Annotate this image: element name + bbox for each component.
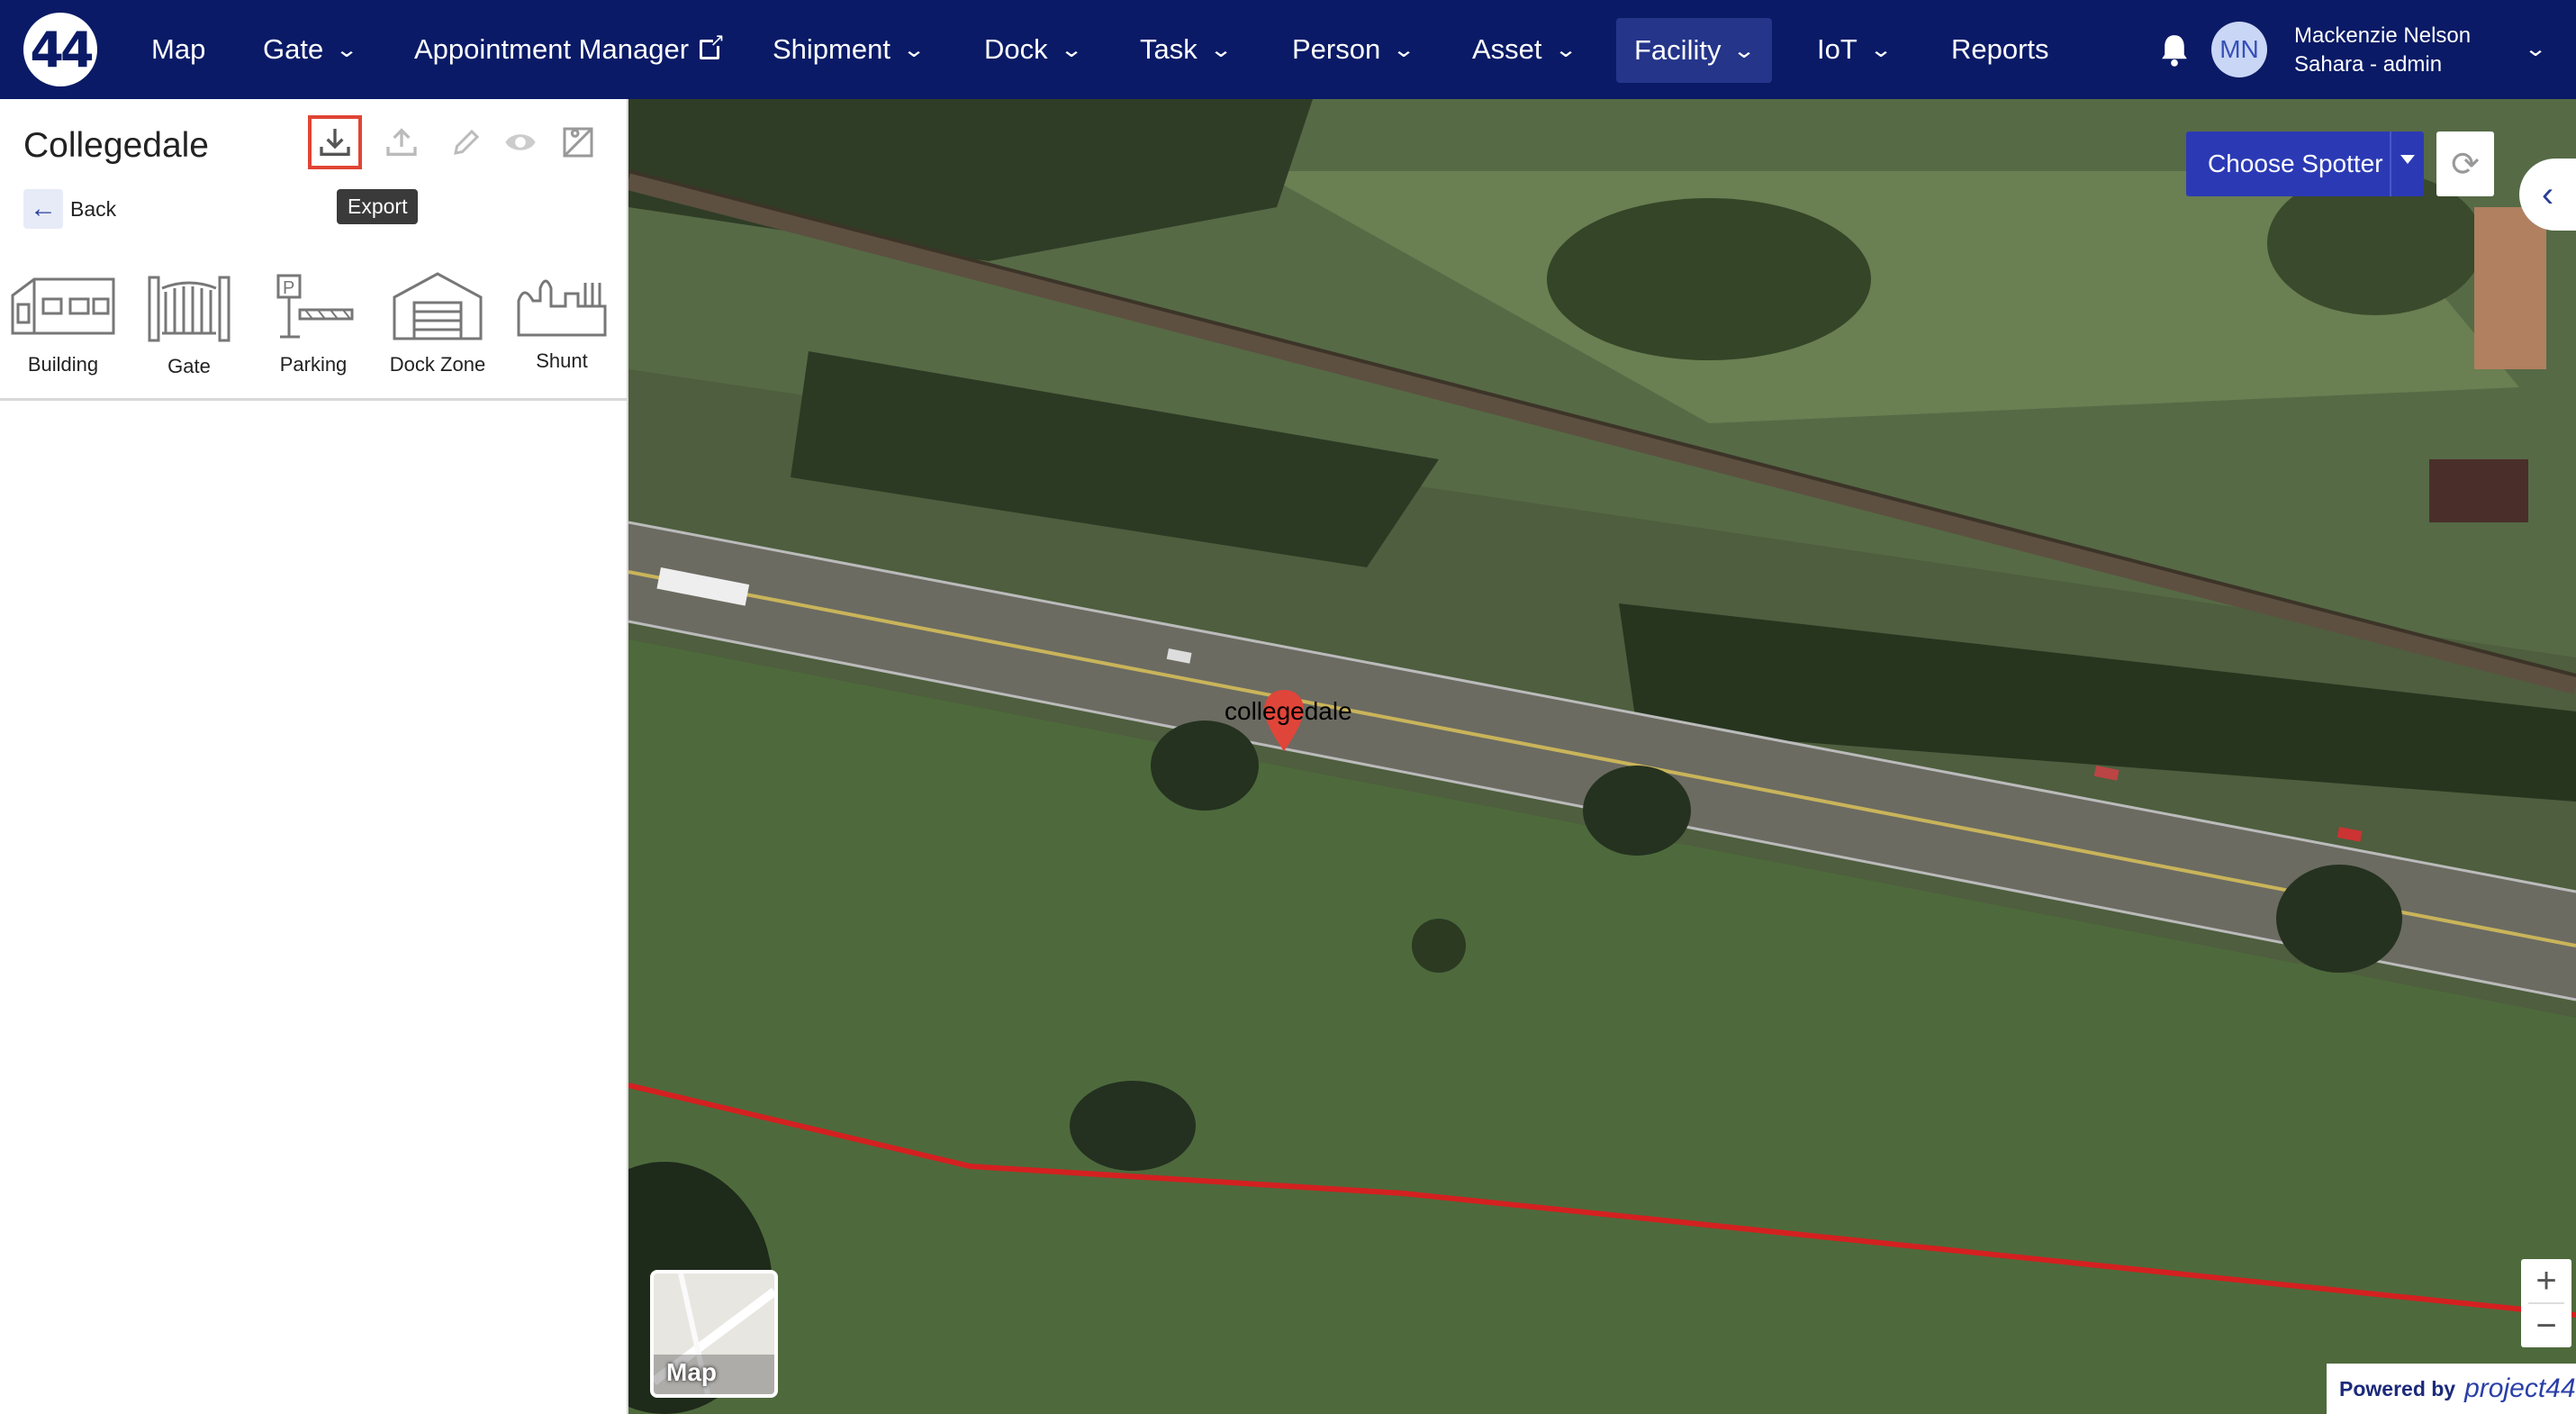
chevron-down-icon: ⌄ [1868,37,1893,62]
chevron-down-icon: ⌄ [1208,37,1233,62]
nav-item-label: Asset [1472,33,1542,65]
shape-gate[interactable]: Gate [128,270,250,378]
notification-bell-icon[interactable] [2157,32,2192,68]
edit-icon [454,129,480,155]
chevron-down-icon: ⌄ [1059,37,1083,62]
nav-item-gate[interactable]: Gate ⌄ [263,0,359,99]
user-role: Sahara - admin [2294,52,2443,77]
nav-item-map[interactable]: Map [151,0,205,99]
import-icon [386,128,417,156]
shape-shunt[interactable]: Shunt [501,270,623,373]
shape-toolbar: Building Gate P Parking Dock Zone Shunt [0,270,628,405]
export-button[interactable] [308,115,362,169]
nav-item-label: Facility [1634,34,1722,66]
map-type-label: Map [666,1358,717,1386]
shape-label: Shunt [536,349,588,372]
import-button[interactable] [375,115,429,169]
satellite-map[interactable]: Choose Spotter ⟳ ‹ collegedale Map + − P… [628,99,2576,1414]
edit-button[interactable] [439,115,493,169]
nav-item-task[interactable]: Task ⌄ [1140,0,1233,99]
external-link-icon [700,29,725,59]
building-icon [11,277,115,335]
satellite-imagery [628,99,2576,1414]
shape-label: Building [27,353,99,376]
export-icon [320,129,350,156]
project44-logo[interactable]: 44 [23,13,97,86]
nav-item-label: Task [1140,33,1198,65]
svg-text:P: P [283,278,294,298]
arrow-left-icon: ← [23,189,63,229]
chevron-down-icon: ⌄ [1732,38,1757,63]
marker-label: collegedale [1225,697,1352,725]
back-button[interactable]: ← Back [23,189,116,229]
dock-zone-icon [393,272,483,340]
back-label: Back [70,196,117,221]
view-icon [505,134,536,150]
nav-item-label: Map [151,33,206,65]
nav-item-dock[interactable]: Dock ⌄ [984,0,1083,99]
caret-down-icon [2400,155,2415,164]
page-title: Collegedale [23,126,209,165]
nav-item-label: IoT [1817,33,1857,65]
shape-label: Gate [167,355,211,377]
nav-item-appointment-manager[interactable]: Appointment Manager [414,0,725,99]
gate-icon [148,276,230,342]
chevron-down-icon: ⌄ [901,37,926,62]
view-button[interactable] [493,115,547,169]
nav-item-facility[interactable]: Facility ⌄ [1616,18,1772,83]
shape-dock-zone[interactable]: Dock Zone [376,270,499,376]
avatar[interactable]: MN [2211,22,2267,77]
nav-item-iot[interactable]: IoT ⌄ [1817,0,1893,99]
zoom-out-button[interactable]: − [2521,1304,2571,1347]
divider [2390,131,2391,196]
nav-item-label: Dock [984,33,1048,65]
shape-label: Dock Zone [389,353,486,376]
nav-item-shipment[interactable]: Shipment ⌄ [773,0,926,99]
divider [0,398,628,401]
powered-by-badge: Powered by project44 [2327,1364,2576,1414]
nav-item-label: Person [1292,33,1381,65]
user-menu-chevron-icon[interactable]: ⌄ [2524,36,2547,62]
shape-building[interactable]: Building [2,270,124,376]
shape-parking[interactable]: P Parking [252,270,375,376]
zoom-in-button[interactable]: + [2521,1259,2571,1302]
map-type-toggle[interactable]: Map [650,1270,778,1398]
chevron-down-icon: ⌄ [335,37,359,62]
choose-spotter-dropdown[interactable]: Choose Spotter [2186,131,2424,196]
chevron-down-icon: ⌄ [1392,37,1416,62]
refresh-icon: ⟳ [2451,145,2480,184]
nav-item-label: Gate [263,33,324,65]
nav-item-asset[interactable]: Asset ⌄ [1472,0,1577,99]
refresh-button[interactable]: ⟳ [2436,131,2494,196]
chevron-down-icon: ⌄ [1553,37,1577,62]
project44-brand: project44 [2464,1373,2576,1403]
nav-item-label: Reports [1951,33,2049,65]
zoom-controls: + − [2521,1259,2571,1347]
spotter-label: Choose Spotter [2208,150,2383,177]
map-image-button[interactable] [551,115,605,169]
nav-item-label: Shipment [773,33,890,65]
shape-label: Parking [279,353,348,376]
top-navigation-bar: 44 Map Gate ⌄ Appointment Manager Shipmen… [0,0,2576,99]
map-image-icon [563,127,593,158]
nav-item-reports[interactable]: Reports [1951,0,2049,99]
facility-panel: Collegedale Export ← Back Building Gate … [0,99,628,1414]
export-tooltip: Export [337,189,419,224]
nav-item-label: Appointment Manager [414,33,690,65]
chevron-left-icon: ‹ [2541,174,2554,214]
powered-by-text: Powered by [2339,1376,2456,1400]
nav-item-person[interactable]: Person ⌄ [1292,0,1416,99]
parking-icon: P [276,274,354,339]
user-name: Mackenzie Nelson [2294,23,2472,48]
shunt-icon [517,279,607,337]
